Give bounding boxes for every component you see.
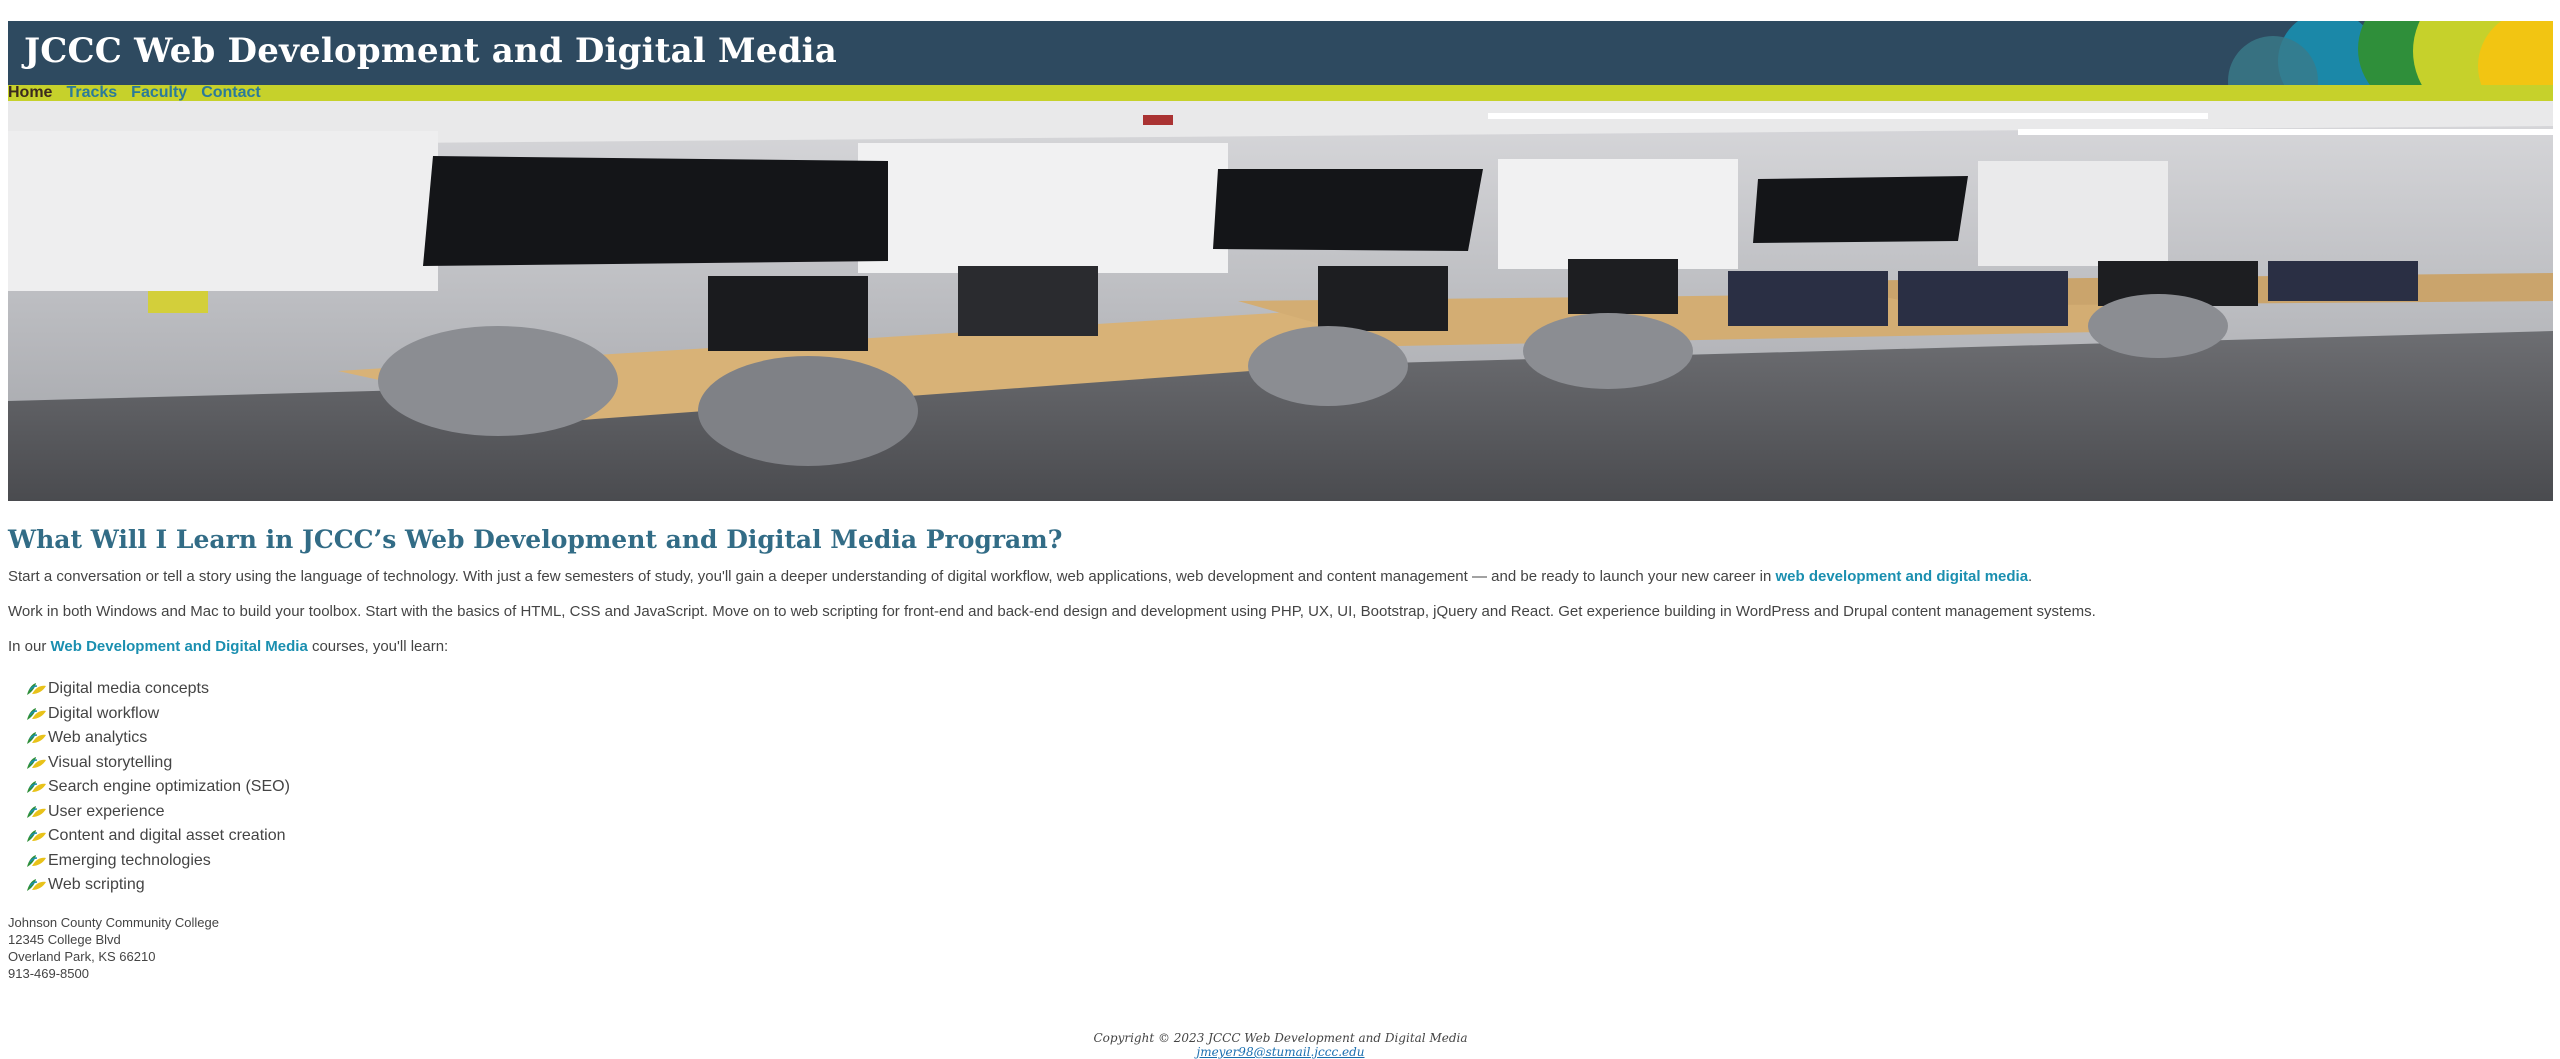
address-phone: 913-469-8500 [8, 965, 89, 981]
copyright-text: Copyright © 2023 JCCC Web Development an… [1093, 1031, 1468, 1045]
site-footer: Copyright © 2023 JCCC Web Development an… [8, 1031, 2553, 1059]
site-header: JCCC Web Development and Digital Media [8, 21, 2553, 85]
page-wrapper: JCCC Web Development and Digital Media H… [8, 21, 2553, 1059]
nav-contact[interactable]: Contact [201, 85, 261, 101]
nav-faculty[interactable]: Faculty [131, 85, 187, 101]
address-city: Overland Park, KS 66210 [8, 948, 156, 964]
toolbox-paragraph: Work in both Windows and Mac to build yo… [8, 603, 2096, 620]
learn-list-item: Digital workflow [24, 702, 2553, 727]
leaf-bullet-icon [27, 854, 46, 867]
learn-item-label: Emerging technologies [48, 851, 211, 869]
nav-tracks[interactable]: Tracks [66, 85, 117, 101]
learn-list-item: Content and digital asset creation [24, 824, 2553, 849]
learn-item-label: User experience [48, 802, 165, 820]
main-nav: Home Tracks Faculty Contact [8, 85, 2553, 101]
leaf-bullet-icon [27, 732, 46, 745]
courses-end: courses, you'll learn: [307, 638, 449, 655]
web-dev-digital-media-link[interactable]: web development and digital media [1776, 568, 2029, 585]
leaf-bullet-icon [27, 707, 46, 720]
leaf-bullet-icon [27, 805, 46, 818]
intro-paragraph: Start a conversation or tell a story usi… [8, 568, 2553, 585]
intro-end: . [2028, 568, 2033, 585]
main-content: What Will I Learn in JCCC’s Web Developm… [8, 525, 2553, 982]
site-title: JCCC Web Development and Digital Media [24, 31, 838, 71]
courses-intro: In our [8, 638, 51, 655]
learn-list-item: Web analytics [24, 726, 2553, 751]
leaf-bullet-icon [27, 781, 46, 794]
learn-list-item: Search engine optimization (SEO) [24, 775, 2553, 800]
leaf-bullet-icon [27, 683, 46, 696]
learn-item-label: Digital workflow [48, 704, 160, 722]
page-heading: What Will I Learn in JCCC’s Web Developm… [8, 525, 1063, 554]
learn-list: Digital media concepts Digital workflow We… [8, 677, 2553, 898]
intro-text: Start a conversation or tell a story usi… [8, 568, 1776, 585]
nav-home[interactable]: Home [8, 85, 52, 101]
address-name: Johnson County Community College [8, 914, 219, 930]
learn-item-label: Search engine optimization (SEO) [48, 778, 290, 796]
courses-paragraph: In our Web Development and Digital Media… [8, 638, 2553, 655]
learn-item-label: Content and digital asset creation [48, 827, 286, 845]
leaf-bullet-icon [27, 756, 46, 769]
courses-link[interactable]: Web Development and Digital Media [51, 638, 308, 655]
leaf-bullet-icon [27, 879, 46, 892]
learn-list-item: Emerging technologies [24, 849, 2553, 874]
learn-list-item: Web scripting [24, 873, 2553, 898]
leaf-bullet-icon [27, 830, 46, 843]
learn-list-item: Digital media concepts [24, 677, 2553, 702]
footer-email-link[interactable]: jmeyer98@stumail.jccc.edu [1196, 1045, 1364, 1059]
learn-item-label: Web analytics [48, 729, 148, 747]
learn-list-item: Visual storytelling [24, 751, 2553, 776]
learn-item-label: Visual storytelling [48, 753, 173, 771]
college-address: Johnson County Community College 12345 C… [8, 914, 2553, 982]
learn-list-item: User experience [24, 800, 2553, 825]
learn-item-label: Web scripting [48, 876, 145, 894]
address-street: 12345 College Blvd [8, 931, 121, 947]
decorative-circles-icon [2228, 21, 2553, 85]
hero-image [8, 101, 2553, 501]
learn-item-label: Digital media concepts [48, 680, 209, 698]
